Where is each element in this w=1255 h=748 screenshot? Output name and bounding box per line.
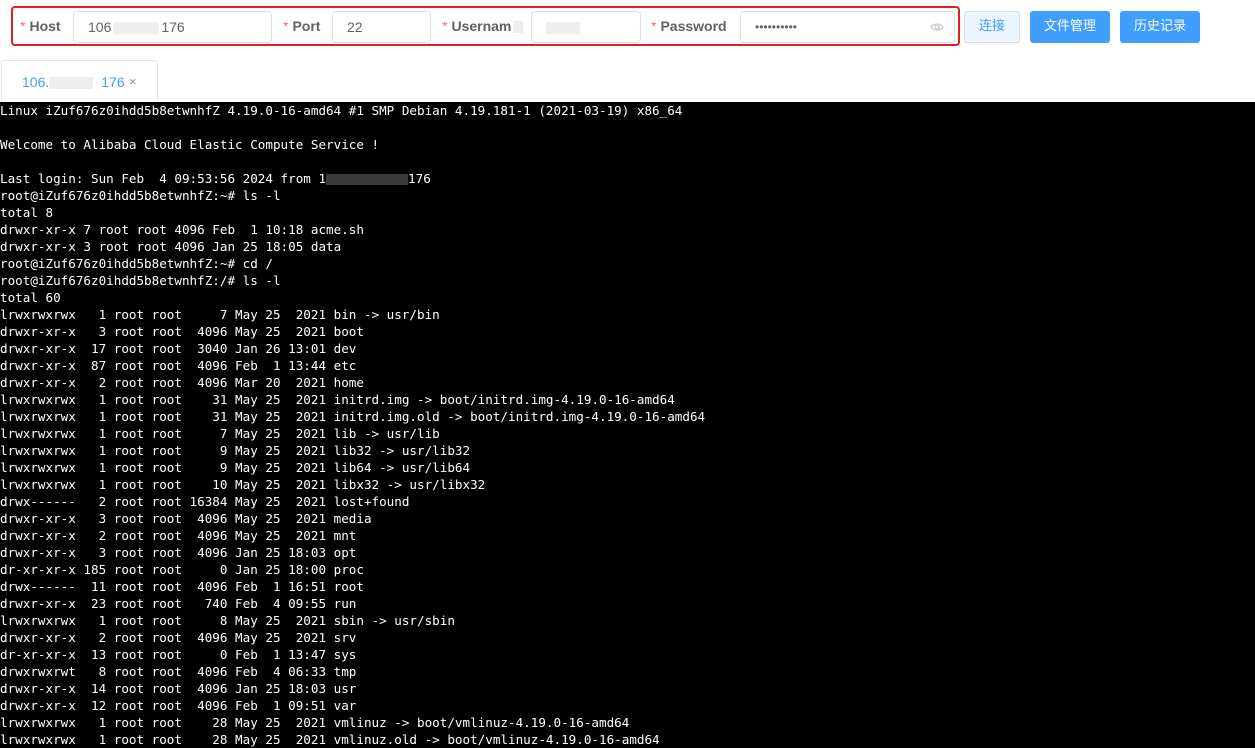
terminal-line: lrwxrwxrwx 1 root root 28 May 25 2021 vm… <box>0 714 1255 731</box>
terminal-line-text: lrwxrwxrwx 1 root root 28 May 25 2021 vm… <box>0 715 630 730</box>
close-icon[interactable]: × <box>129 61 137 103</box>
terminal-line: Linux iZuf676z0ihdd5b8etwnhfZ 4.19.0-16-… <box>0 102 1255 119</box>
terminal-line: drwx------ 11 root root 4096 Feb 1 16:51… <box>0 578 1255 595</box>
terminal-line-text: lrwxrwxrwx 1 root root 10 May 25 2021 li… <box>0 477 486 492</box>
terminal-line-text: total 60 <box>0 290 61 305</box>
port-label: * Port <box>283 18 321 34</box>
terminal-line: drwxrwxrwt 8 root root 4096 Feb 4 06:33 … <box>0 663 1255 680</box>
terminal-line: lrwxrwxrwx 1 root root 9 May 25 2021 lib… <box>0 442 1255 459</box>
terminal-line: lrwxrwxrwx 1 root root 8 May 25 2021 sbi… <box>0 612 1255 629</box>
username-input[interactable] <box>531 11 641 43</box>
port-input[interactable]: 22 <box>332 11 431 43</box>
terminal-line-text: drwxr-xr-x 2 root root 4096 May 25 2021 … <box>0 630 357 645</box>
terminal-line-text: root@iZuf676z0ihdd5b8etwnhfZ:~# ls -l <box>0 188 281 203</box>
terminal-line-text: Welcome to Alibaba Cloud Elastic Compute… <box>0 137 380 152</box>
terminal-line: Last login: Sun Feb 4 09:53:56 2024 from… <box>0 170 1255 187</box>
terminal-line-text: lrwxrwxrwx 1 root root 9 May 25 2021 lib… <box>0 443 471 458</box>
terminal-line: lrwxrwxrwx 1 root root 7 May 25 2021 bin… <box>0 306 1255 323</box>
terminal-line: drwxr-xr-x 2 root root 4096 Mar 20 2021 … <box>0 374 1255 391</box>
connection-toolbar: * Host 106 176 * Port 22 * Usernam * Password… <box>0 0 1255 56</box>
session-tab[interactable]: 106. 176 × <box>1 60 158 102</box>
password-input[interactable]: •••••••••• <box>740 11 955 43</box>
file-manager-button[interactable]: 文件管理 <box>1030 11 1110 43</box>
terminal-line-text: drwxr-xr-x 14 root root 4096 Jan 25 18:0… <box>0 681 357 696</box>
terminal-line-text: drwxr-xr-x 3 root root 4096 May 25 2021 … <box>0 511 372 526</box>
terminal-line-text: total 8 <box>0 205 54 220</box>
terminal-line: drwxr-xr-x 12 root root 4096 Feb 1 09:51… <box>0 697 1255 714</box>
redacted-username-mask <box>546 22 580 35</box>
terminal-line-text: lrwxrwxrwx 1 root root 7 May 25 2021 bin… <box>0 307 440 322</box>
terminal-line-text: drwxr-xr-x 23 root root 740 Feb 4 09:55 … <box>0 596 357 611</box>
terminal-line: drwxr-xr-x 23 root root 740 Feb 4 09:55 … <box>0 595 1255 612</box>
session-tab-label: 106. 176 <box>22 74 125 90</box>
terminal-line: lrwxrwxrwx 1 root root 28 May 25 2021 vm… <box>0 731 1255 748</box>
terminal-line-text: dr-xr-xr-x 185 root root 0 Jan 25 18:00 … <box>0 562 364 577</box>
terminal-line-text: drwxr-xr-x 12 root root 4096 Feb 1 09:51… <box>0 698 357 713</box>
terminal-line: total 8 <box>0 204 1255 221</box>
terminal-line: root@iZuf676z0ihdd5b8etwnhfZ:~# ls -l <box>0 187 1255 204</box>
terminal-line: lrwxrwxrwx 1 root root 10 May 25 2021 li… <box>0 476 1255 493</box>
terminal-line: drwxr-xr-x 3 root root 4096 May 25 2021 … <box>0 510 1255 527</box>
terminal-line: drwxr-xr-x 3 root root 4096 May 25 2021 … <box>0 323 1255 340</box>
terminal-line: drwxr-xr-x 3 root root 4096 Jan 25 18:03… <box>0 544 1255 561</box>
terminal-line: drwx------ 2 root root 16384 May 25 2021… <box>0 493 1255 510</box>
terminal-line-text: drwxr-xr-x 3 root root 4096 May 25 2021 … <box>0 324 364 339</box>
terminal-line-text: lrwxrwxrwx 1 root root 31 May 25 2021 in… <box>0 392 675 407</box>
terminal-line-text: dr-xr-xr-x 13 root root 0 Feb 1 13:47 sy… <box>0 647 357 662</box>
terminal-line-text: drwxr-xr-x 17 root root 3040 Jan 26 13:0… <box>0 341 357 356</box>
terminal-line-text: drwxr-xr-x 7 root root 4096 Feb 1 10:18 … <box>0 222 364 237</box>
terminal-ip-suffix: 176 <box>408 171 431 186</box>
terminal-line: lrwxrwxrwx 1 root root 7 May 25 2021 lib… <box>0 425 1255 442</box>
terminal-line: drwxr-xr-x 7 root root 4096 Feb 1 10:18 … <box>0 221 1255 238</box>
terminal-line: dr-xr-xr-x 185 root root 0 Jan 25 18:00 … <box>0 561 1255 578</box>
terminal-line-text: drwxr-xr-x 2 root root 4096 Mar 20 2021 … <box>0 375 364 390</box>
terminal-line-text: drwxr-xr-x 3 root root 4096 Jan 25 18:05… <box>0 239 342 254</box>
terminal-line: drwxr-xr-x 87 root root 4096 Feb 1 13:44… <box>0 357 1255 374</box>
terminal-line: Welcome to Alibaba Cloud Elastic Compute… <box>0 136 1255 153</box>
terminal-line-text: drwxr-xr-x 87 root root 4096 Feb 1 13:44… <box>0 358 357 373</box>
terminal-line-text: Linux iZuf676z0ihdd5b8etwnhfZ 4.19.0-16-… <box>0 103 683 118</box>
terminal-line: total 60 <box>0 289 1255 306</box>
terminal-line-text: lrwxrwxrwx 1 root root 8 May 25 2021 sbi… <box>0 613 455 628</box>
terminal-line: drwxr-xr-x 14 root root 4096 Jan 25 18:0… <box>0 680 1255 697</box>
terminal[interactable]: Linux iZuf676z0ihdd5b8etwnhfZ 4.19.0-16-… <box>0 102 1255 748</box>
terminal-line-text: lrwxrwxrwx 1 root root 28 May 25 2021 vm… <box>0 732 660 747</box>
terminal-line: root@iZuf676z0ihdd5b8etwnhfZ:/# ls -l <box>0 272 1255 289</box>
host-label: * Host <box>20 18 61 34</box>
terminal-line-text: drwxr-xr-x 2 root root 4096 May 25 2021 … <box>0 528 357 543</box>
terminal-line-text: drwx------ 11 root root 4096 Feb 1 16:51… <box>0 579 364 594</box>
session-tabbar: 106. 176 × <box>0 60 1255 102</box>
terminal-line-text: lrwxrwxrwx 1 root root 31 May 25 2021 in… <box>0 409 706 424</box>
terminal-line: drwxr-xr-x 17 root root 3040 Jan 26 13:0… <box>0 340 1255 357</box>
terminal-line: drwxr-xr-x 2 root root 4096 May 25 2021 … <box>0 527 1255 544</box>
terminal-line: dr-xr-xr-x 13 root root 0 Feb 1 13:47 sy… <box>0 646 1255 663</box>
host-input[interactable]: 106 176 <box>73 11 272 43</box>
terminal-line-text: drwxr-xr-x 3 root root 4096 Jan 25 18:03… <box>0 545 357 560</box>
terminal-line-text: lrwxrwxrwx 1 root root 7 May 25 2021 lib… <box>0 426 440 441</box>
history-button[interactable]: 历史记录 <box>1120 11 1200 43</box>
username-label: * Usernam <box>442 18 524 34</box>
terminal-line: lrwxrwxrwx 1 root root 31 May 25 2021 in… <box>0 391 1255 408</box>
terminal-line-text: drwx------ 2 root root 16384 May 25 2021… <box>0 494 410 509</box>
redacted-label-mask <box>513 21 524 34</box>
redacted-tab-mask <box>49 77 94 90</box>
redacted-host-mask <box>113 22 160 35</box>
terminal-line: lrwxrwxrwx 1 root root 9 May 25 2021 lib… <box>0 459 1255 476</box>
terminal-line: lrwxrwxrwx 1 root root 31 May 25 2021 in… <box>0 408 1255 425</box>
redacted-ip-mask <box>326 174 409 185</box>
terminal-line: drwxr-xr-x 3 root root 4096 Jan 25 18:05… <box>0 238 1255 255</box>
terminal-line: drwxr-xr-x 2 root root 4096 May 25 2021 … <box>0 629 1255 646</box>
connect-button[interactable]: 连接 <box>964 11 1020 43</box>
password-label: * Password <box>651 18 727 34</box>
terminal-line-text: root@iZuf676z0ihdd5b8etwnhfZ:/# ls -l <box>0 273 281 288</box>
eye-icon[interactable] <box>930 20 944 34</box>
terminal-line-text: lrwxrwxrwx 1 root root 9 May 25 2021 lib… <box>0 460 471 475</box>
terminal-line-text: drwxrwxrwt 8 root root 4096 Feb 4 06:33 … <box>0 664 357 679</box>
terminal-line-text: Last login: Sun Feb 4 09:53:56 2024 from… <box>0 171 327 186</box>
terminal-line-text: root@iZuf676z0ihdd5b8etwnhfZ:~# cd / <box>0 256 273 271</box>
terminal-line: root@iZuf676z0ihdd5b8etwnhfZ:~# cd / <box>0 255 1255 272</box>
